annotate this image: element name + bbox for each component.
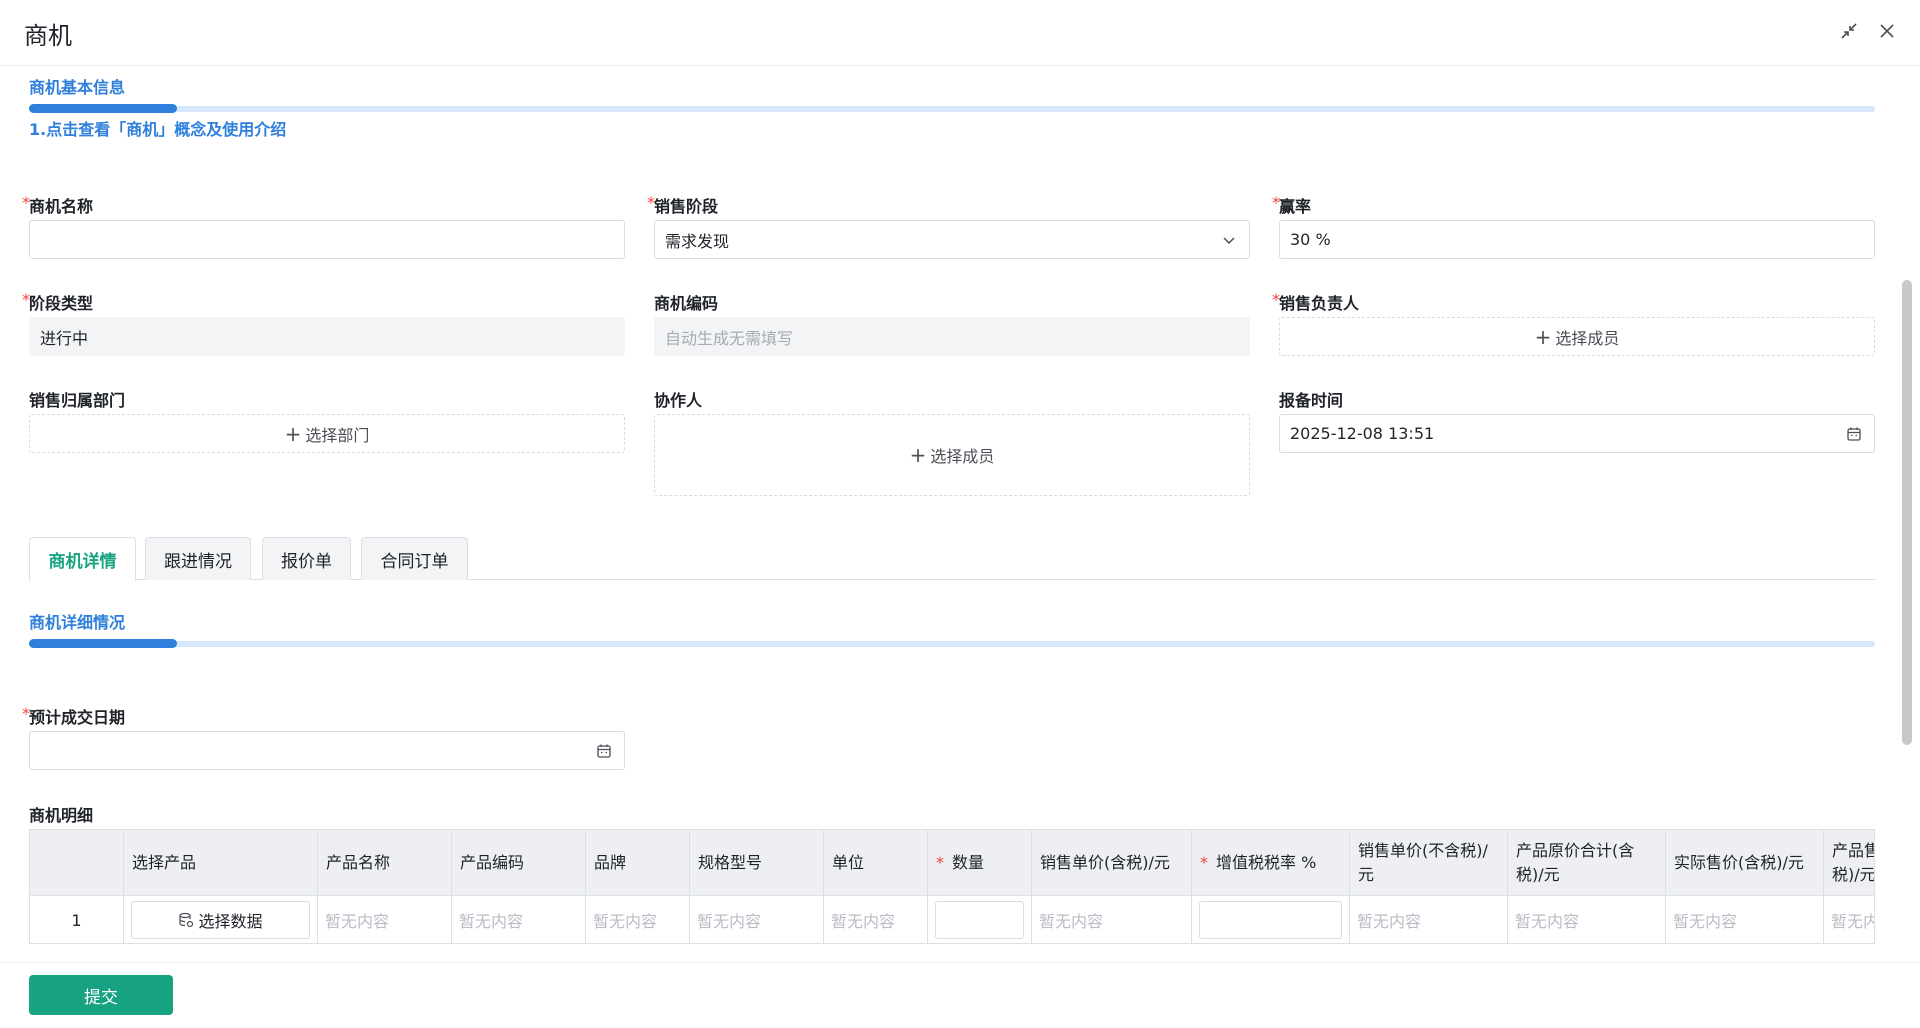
unit-price-tax-cell: 暂无内容 xyxy=(1032,896,1192,943)
unit-cell: 暂无内容 xyxy=(824,896,928,943)
plus-icon: + xyxy=(1534,324,1552,349)
plus-icon: + xyxy=(909,443,927,467)
stage-label: * 销售阶段 xyxy=(647,193,719,216)
code-field: 自动生成无需填写 xyxy=(654,317,1250,356)
detail-section-title: 商机详细情况 xyxy=(29,613,126,632)
tab-opportunity-detail[interactable]: 商机详情 xyxy=(29,537,136,581)
opportunity-lines-table: 选择产品 产品名称 产品编码 品牌 规格型号 单位 * 数量 销售单价(含税)/元… xyxy=(29,829,1875,944)
stage-type-label: * 阶段类型 xyxy=(22,290,94,313)
modal-header: 商机 xyxy=(0,0,1920,66)
lines-label: 商机明细 xyxy=(29,806,94,825)
owner-picker[interactable]: + 选择成员 xyxy=(1279,317,1875,356)
quantity-input[interactable] xyxy=(935,901,1024,939)
report-time-value: 2025-12-08 13:51 xyxy=(1290,424,1435,443)
basic-section-title: 商机基本信息 xyxy=(29,78,126,97)
report-time-input[interactable]: 2025-12-08 13:51 xyxy=(1279,414,1875,453)
database-icon xyxy=(179,912,194,928)
vat-rate-input[interactable] xyxy=(1199,901,1342,939)
owner-label: * 销售负责人 xyxy=(1272,290,1360,313)
stage-type-field: 进行中 xyxy=(29,317,625,356)
calendar-icon xyxy=(597,744,611,758)
stage-value: 需求发现 xyxy=(665,231,730,251)
dept-picker-label: 选择部门 xyxy=(305,425,370,445)
select-data-label: 选择数据 xyxy=(198,912,263,931)
th-vat-rate: * 增值税税率 % xyxy=(1192,830,1350,896)
plus-icon: + xyxy=(284,421,302,446)
th-unit-price-tax: 销售单价(含税)/元 xyxy=(1032,830,1192,896)
product-code-cell: 暂无内容 xyxy=(452,896,586,943)
tab-follow-up[interactable]: 跟进情况 xyxy=(145,537,251,580)
collaborator-picker[interactable]: + 选择成员 xyxy=(654,414,1250,496)
th-quantity: * 数量 xyxy=(928,830,1032,896)
tab-contract-order[interactable]: 合同订单 xyxy=(361,537,468,580)
close-icon[interactable] xyxy=(1874,18,1900,44)
table-row: 1 选择数据 暂无内容 暂无内容 暂无内容 暂无内容 暂无内容 暂无内容 暂无内… xyxy=(30,896,1874,943)
vat-rate-cell xyxy=(1192,896,1350,943)
submit-button[interactable]: 提交 xyxy=(29,975,173,1015)
report-time-label: 报备时间 xyxy=(1279,391,1344,410)
tab-quotation[interactable]: 报价单 xyxy=(262,537,351,580)
unit-price-notax-cell: 暂无内容 xyxy=(1350,896,1508,943)
detail-tabs: 商机详情 跟进情况 报价单 合同订单 xyxy=(29,537,1875,581)
row-index: 1 xyxy=(30,896,124,943)
th-product-name: 产品名称 xyxy=(318,830,452,896)
collaborator-picker-label: 选择成员 xyxy=(930,447,995,466)
select-data-button[interactable]: 选择数据 xyxy=(131,901,310,939)
th-actual-price: 实际售价(含税)/元 xyxy=(1666,830,1824,896)
win-rate-label: * 赢率 xyxy=(1272,193,1312,216)
modal-footer: 提交 xyxy=(0,962,1920,1028)
dept-picker[interactable]: + 选择部门 xyxy=(29,414,625,453)
th-brand: 品牌 xyxy=(586,830,690,896)
minimize-icon[interactable] xyxy=(1836,18,1862,44)
select-product-cell: 选择数据 xyxy=(124,896,318,943)
modal-title: 商机 xyxy=(24,22,72,50)
th-original-total: 产品原价合计(含税)/元 xyxy=(1508,830,1666,896)
th-product-code: 产品编码 xyxy=(452,830,586,896)
name-input[interactable] xyxy=(29,220,625,259)
opportunity-modal: 商机 商机基本信息 1.点击查看「商机」概念及使用介绍 * 商机名称 * 销售阶段 … xyxy=(0,0,1920,1028)
product-name-cell: 暂无内容 xyxy=(318,896,452,943)
dept-label: 销售归属部门 xyxy=(29,391,126,410)
close-date-input[interactable] xyxy=(29,731,625,770)
sale-total-cell: 暂无内容 xyxy=(1824,896,1874,943)
close-date-label: * 预计成交日期 xyxy=(22,704,126,727)
table-header: 选择产品 产品名称 产品编码 品牌 规格型号 单位 * 数量 销售单价(含税)/元… xyxy=(30,830,1874,896)
th-unit-price-notax: 销售单价(不含税)/元 xyxy=(1350,830,1508,896)
stage-select[interactable]: 需求发现 xyxy=(654,220,1250,259)
name-label: * 商机名称 xyxy=(22,193,94,216)
code-label: 商机编码 xyxy=(654,294,719,313)
chevron-down-icon xyxy=(1223,237,1235,245)
vertical-scrollbar[interactable] xyxy=(1902,280,1912,745)
th-index xyxy=(30,830,124,896)
win-rate-input[interactable]: 30 % xyxy=(1279,220,1875,259)
collaborator-label: 协作人 xyxy=(654,391,703,410)
intro-link[interactable]: 1.点击查看「商机」概念及使用介绍 xyxy=(29,116,286,140)
spec-cell: 暂无内容 xyxy=(690,896,824,943)
th-spec: 规格型号 xyxy=(690,830,824,896)
original-total-cell: 暂无内容 xyxy=(1508,896,1666,943)
th-select-product: 选择产品 xyxy=(124,830,318,896)
brand-cell: 暂无内容 xyxy=(586,896,690,943)
detail-section-progress xyxy=(29,639,1875,648)
th-unit: 单位 xyxy=(824,830,928,896)
owner-picker-label: 选择成员 xyxy=(1555,328,1620,348)
calendar-icon xyxy=(1847,427,1861,441)
th-sale-total: 产品售价合计(含税)/元 xyxy=(1824,830,1874,896)
actual-price-cell: 暂无内容 xyxy=(1666,896,1824,943)
basic-section-progress xyxy=(29,104,1875,113)
quantity-cell xyxy=(928,896,1032,943)
